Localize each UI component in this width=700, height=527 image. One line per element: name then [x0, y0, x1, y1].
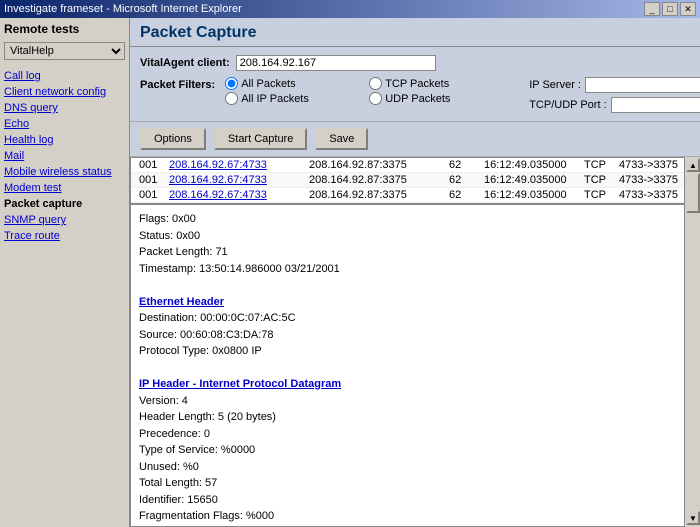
- detail-protocol-type: Protocol Type: 0x0800 IP: [139, 343, 691, 360]
- packet-src-link[interactable]: 208.164.92.67:4733: [165, 174, 305, 186]
- filters-section: Packet Filters: All Packets TCP Packets …: [140, 77, 690, 113]
- scroll-down-button[interactable]: ▼: [686, 511, 700, 525]
- client-label: VitalAgent client:: [140, 57, 230, 69]
- detail-version: Version: 4: [139, 393, 691, 410]
- table-row: 001 208.164.92.67:4733 208.164.92.87:337…: [131, 173, 699, 188]
- ip-server-input[interactable]: [585, 77, 700, 93]
- scrollbar[interactable]: ▲ ▼: [684, 157, 700, 527]
- detail-identifier: Identifier: 15650: [139, 492, 691, 509]
- detail-destination: Destination: 00:00:0C:07:AC:5C: [139, 310, 691, 327]
- sidebar-item-echo[interactable]: Echo: [4, 116, 125, 132]
- ip-server-row: IP Server :: [529, 77, 700, 93]
- scroll-thumb[interactable]: [686, 173, 700, 213]
- save-button[interactable]: Save: [315, 128, 368, 150]
- tcp-port-select[interactable]: [611, 97, 700, 113]
- sidebar-item-modem-test[interactable]: Modem test: [4, 180, 125, 196]
- detail-type-of-service: Type of Service: %0000: [139, 442, 691, 459]
- sidebar-item-call-log[interactable]: Call log: [4, 68, 125, 84]
- ip-server-label: IP Server :: [529, 79, 581, 91]
- sidebar-item-mobile-wireless-status[interactable]: Mobile wireless status: [4, 164, 125, 180]
- main-container: Remote tests VitalHelp Call logClient ne…: [0, 18, 700, 527]
- start-capture-button[interactable]: Start Capture: [214, 128, 307, 150]
- sidebar-nav: Call logClient network configDNS queryEc…: [4, 68, 125, 244]
- detail-unused: Unused: %0: [139, 459, 691, 476]
- filter-all-packets[interactable]: All Packets: [225, 77, 365, 90]
- sidebar: Remote tests VitalHelp Call logClient ne…: [0, 18, 130, 527]
- detail-timestamp: Timestamp: 13:50:14.986000 03/21/2001: [139, 261, 691, 278]
- client-input[interactable]: [236, 55, 436, 71]
- filter-tcp-packets[interactable]: TCP Packets: [369, 77, 509, 90]
- sidebar-item-snmp-query[interactable]: SNMP query: [4, 212, 125, 228]
- maximize-button[interactable]: □: [662, 2, 678, 16]
- packet-src-link[interactable]: 208.164.92.67:4733: [165, 189, 305, 201]
- ethernet-header-link[interactable]: Ethernet Header: [139, 294, 691, 311]
- sidebar-item-packet-capture[interactable]: Packet capture: [4, 196, 125, 212]
- sidebar-item-health-log[interactable]: Health log: [4, 132, 125, 148]
- filter-grid: All Packets TCP Packets All IP Packets U…: [225, 77, 509, 105]
- filter-udp-packets[interactable]: UDP Packets: [369, 92, 509, 105]
- options-button[interactable]: Options: [140, 128, 206, 150]
- sidebar-dropdown[interactable]: VitalHelp: [4, 42, 125, 60]
- tcp-port-label: TCP/UDP Port :: [529, 99, 606, 111]
- close-button[interactable]: ✕: [680, 2, 696, 16]
- sidebar-item-client-network-config[interactable]: Client network config: [4, 84, 125, 100]
- sidebar-item-dns-query[interactable]: DNS query: [4, 100, 125, 116]
- detail-source-mac: Source: 00:60:08:C3:DA:78: [139, 327, 691, 344]
- filters-label: Packet Filters:: [140, 77, 215, 91]
- detail-total-length: Total Length: 57: [139, 475, 691, 492]
- ip-header-link[interactable]: IP Header - Internet Protocol Datagram: [139, 376, 691, 393]
- form-section: VitalAgent client: Packet Filters: All P…: [130, 47, 700, 122]
- packet-section: 001 208.164.92.67:4733 208.164.92.87:337…: [130, 157, 700, 527]
- packet-src-link[interactable]: 208.164.92.67:4733: [165, 159, 305, 171]
- buttons-row: Options Start Capture Save: [130, 122, 700, 157]
- packet-list: 001 208.164.92.67:4733 208.164.92.87:337…: [130, 157, 700, 204]
- detail-packet-length: Packet Length: 71: [139, 244, 691, 261]
- filter-right: IP Server : TCP/UDP Port :: [529, 77, 700, 113]
- content-area: Packet Capture VitalAgent client: Packet…: [130, 18, 700, 527]
- detail-precedence: Precedence: 0: [139, 426, 691, 443]
- minimize-button[interactable]: _: [644, 2, 660, 16]
- detail-frag-flags: Fragmentation Flags: %000: [139, 508, 691, 525]
- page-title: Packet Capture: [130, 18, 700, 47]
- filter-all-ip-packets[interactable]: All IP Packets: [225, 92, 365, 105]
- detail-flags: Flags: 0x00: [139, 211, 691, 228]
- sidebar-item-mail[interactable]: Mail: [4, 148, 125, 164]
- scroll-up-button[interactable]: ▲: [686, 158, 700, 172]
- tcp-port-row: TCP/UDP Port :: [529, 97, 700, 113]
- table-row: 001 208.164.92.67:4733 208.164.92.87:337…: [131, 158, 699, 173]
- sidebar-item-trace-route[interactable]: Trace route: [4, 228, 125, 244]
- window-controls[interactable]: _ □ ✕: [644, 2, 696, 16]
- detail-header-length: Header Length: 5 (20 bytes): [139, 409, 691, 426]
- sidebar-title: Remote tests: [4, 22, 125, 36]
- client-row: VitalAgent client:: [140, 55, 690, 71]
- window-title: Investigate frameset - Microsoft Interne…: [4, 3, 242, 15]
- table-row: 001 208.164.92.67:4733 208.164.92.87:337…: [131, 188, 699, 203]
- title-bar: Investigate frameset - Microsoft Interne…: [0, 0, 700, 18]
- detail-area: Flags: 0x00 Status: 0x00 Packet Length: …: [130, 204, 700, 527]
- detail-status: Status: 0x00: [139, 228, 691, 245]
